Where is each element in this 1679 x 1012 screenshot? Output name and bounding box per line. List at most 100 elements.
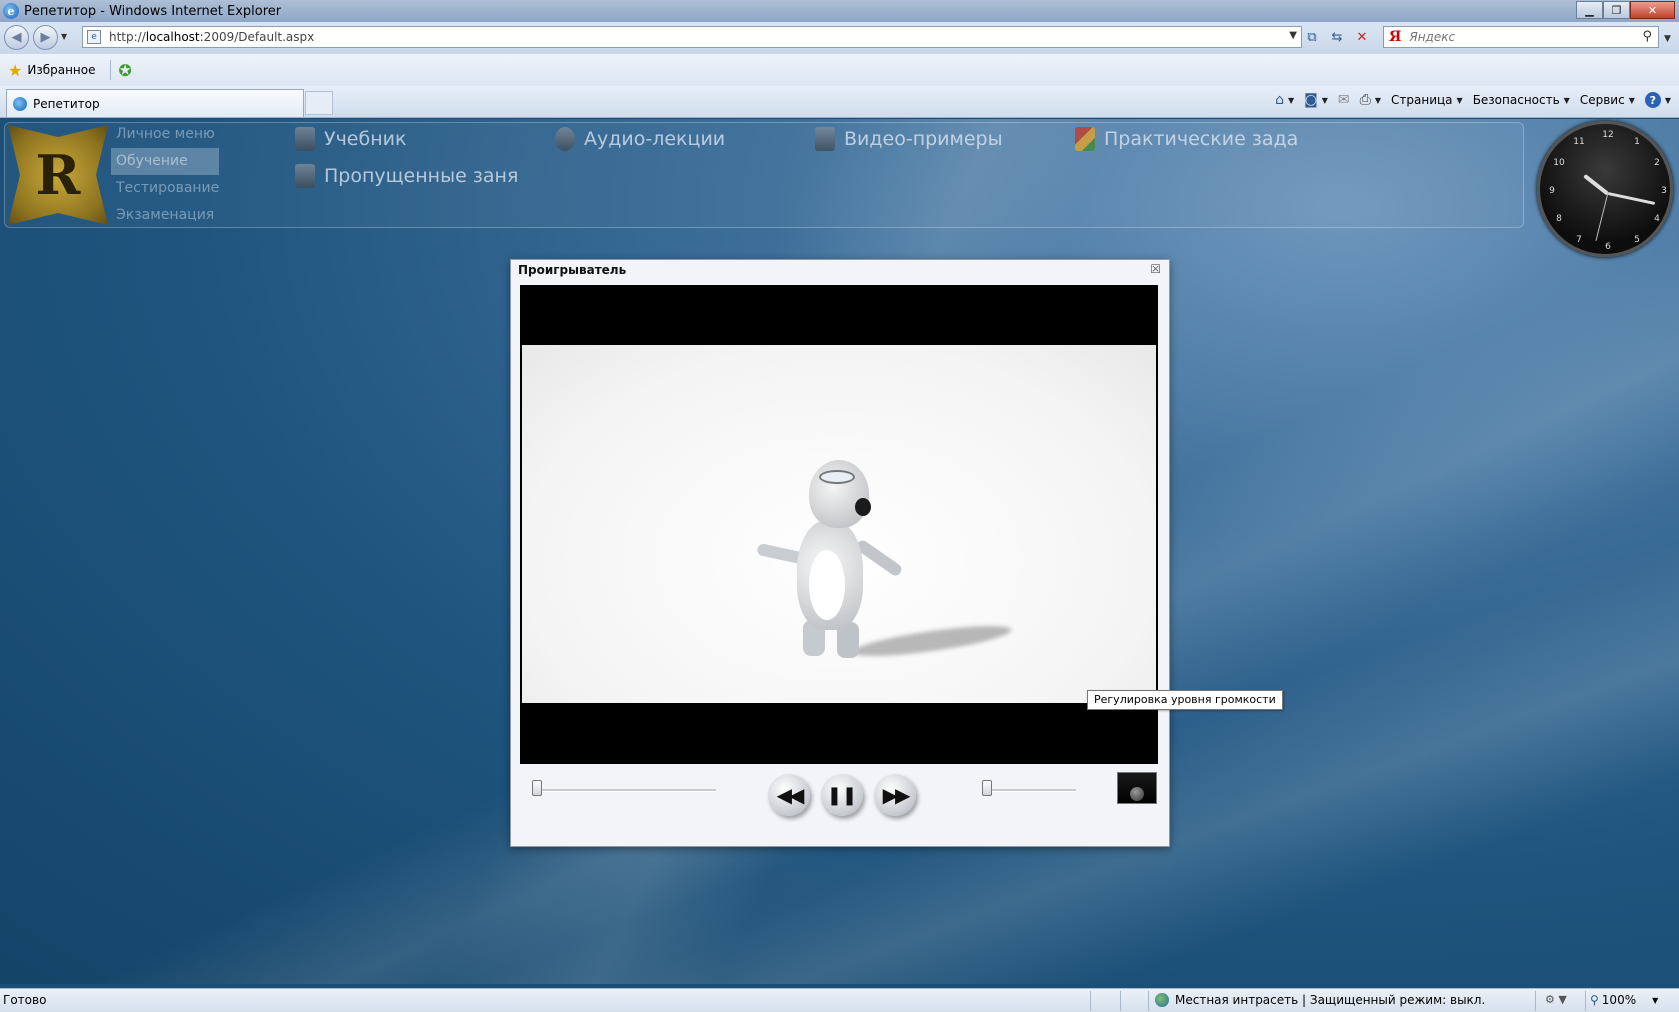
minimize-button[interactable]: ▁ [1576, 1, 1603, 19]
safety-menu[interactable]: Безопасность ▼ [1473, 93, 1570, 107]
search-input[interactable] [1409, 30, 1610, 44]
fast-forward-button[interactable]: ▶▶ [874, 774, 916, 816]
chevron-down-icon: ▼ [1288, 95, 1295, 105]
fast-forward-icon: ▶▶ [882, 783, 911, 807]
search-icon[interactable]: ⚲ [1642, 29, 1652, 44]
chevron-down-icon: ▼ [1321, 95, 1328, 105]
clock-number-1: 1 [1634, 137, 1640, 147]
rewind-button[interactable]: ◀◀ [768, 774, 810, 816]
player-title: Проигрыватель [518, 263, 627, 277]
maximize-button[interactable]: ❐ [1603, 1, 1630, 19]
player-controls: ◀◀ ❚❚ ▶▶ [520, 772, 1158, 832]
chevron-down-icon: ▼ [1374, 95, 1382, 105]
volume-slider-track[interactable] [986, 789, 1076, 792]
volume-control-button[interactable] [1117, 772, 1157, 804]
history-dropdown-icon[interactable]: ▼ [61, 32, 69, 42]
tab-repetitor[interactable]: Репетитор [6, 89, 304, 117]
home-icon: ⌂ [1275, 92, 1285, 108]
page-icon: e [87, 30, 101, 44]
volume-slider-thumb[interactable] [982, 780, 992, 796]
favorites-bar: ★ Избранное ✪ [0, 54, 1679, 86]
pause-button[interactable]: ❚❚ [821, 774, 863, 816]
pause-icon: ❚❚ [826, 784, 858, 806]
clock-second-hand [1595, 192, 1609, 242]
clock-hour-hand [1583, 173, 1610, 196]
clock-number-4: 4 [1654, 214, 1660, 224]
tools-menu[interactable]: Сервис ▼ [1580, 93, 1635, 107]
clock-number-11: 11 [1573, 137, 1585, 147]
rewind-icon: ◀◀ [776, 783, 805, 807]
stop-icon[interactable]: ✕ [1352, 27, 1372, 47]
address-url[interactable]: http://localhost:2009/Default.aspx [109, 30, 314, 44]
seek-slider-thumb[interactable] [532, 780, 542, 796]
clock-number-6: 6 [1605, 242, 1611, 252]
tab-bar: Репетитор ⌂ ▼ ◙ ▼ ✉ ⎙ ▼ Страница ▼ Безопасно… [0, 86, 1679, 118]
status-separator [1120, 991, 1121, 1011]
side-menu-item-exam[interactable]: Экзаменация [111, 202, 221, 229]
side-menu-item-learning[interactable]: Обучение [111, 148, 219, 175]
side-menu: Личное меню Обучение Тестирование Экзаме… [111, 121, 221, 229]
app-logo: R [8, 125, 108, 225]
status-separator [1585, 991, 1586, 1011]
search-options-dropdown-icon[interactable]: ▼ [1664, 34, 1671, 44]
security-zone[interactable]: Местная интрасеть | Защищенный режим: вы… [1155, 993, 1485, 1007]
status-separator [1148, 991, 1149, 1011]
refresh-icon[interactable]: ⇆ [1327, 27, 1347, 47]
video-area[interactable] [520, 285, 1158, 764]
add-favorite-icon[interactable]: ✪ [119, 61, 132, 80]
close-icon[interactable]: ☒ [1150, 262, 1161, 276]
clock-number-12: 12 [1602, 130, 1614, 140]
new-tab-button[interactable] [305, 91, 333, 115]
menu-item-video-examples[interactable]: Видео-примеры [815, 127, 1003, 151]
side-menu-item-personal[interactable]: Личное меню [111, 121, 221, 148]
protected-mode-icon[interactable]: ⚙ ▼ [1545, 993, 1567, 1006]
print-button[interactable]: ⎙ ▼ [1360, 92, 1381, 108]
zoom-control[interactable]: ⚲ 100% ▼ [1590, 993, 1658, 1007]
home-button[interactable]: ⌂ ▼ [1275, 92, 1294, 108]
favorites-button[interactable]: Избранное [27, 63, 95, 77]
menu-item-missed-lessons[interactable]: Пропущенные заня [295, 164, 518, 188]
window-titlebar: e Репетитор - Windows Internet Explorer … [0, 0, 1679, 22]
status-text: Готово [3, 993, 47, 1007]
chevron-down-icon: ▼ [1664, 95, 1671, 105]
seek-slider-track[interactable] [536, 789, 716, 792]
chevron-down-icon: ▼ [1652, 995, 1659, 1005]
back-button[interactable]: ◀ [4, 25, 29, 50]
side-menu-item-testing[interactable]: Тестирование [111, 175, 221, 202]
chevron-down-icon: ▼ [1628, 95, 1635, 105]
clock-number-2: 2 [1654, 158, 1660, 168]
help-button[interactable]: ? ▼ [1644, 92, 1671, 108]
compatibility-view-icon[interactable]: ⧉ [1302, 27, 1322, 47]
player-dialog: Проигрыватель ☒ ◀◀ ❚❚ ▶▶ [510, 259, 1170, 847]
favorites-star-icon[interactable]: ★ [8, 61, 22, 80]
video-frame [522, 345, 1156, 703]
status-separator [1535, 991, 1536, 1011]
book-icon [295, 127, 315, 151]
chevron-down-icon: ▼ [1563, 95, 1570, 105]
clock-number-9: 9 [1549, 186, 1555, 196]
menu-item-textbook[interactable]: Учебник [295, 127, 406, 151]
address-dropdown-icon[interactable]: ▼ [1289, 30, 1297, 41]
feeds-button[interactable]: ◙ ▼ [1304, 92, 1328, 108]
page-menu[interactable]: Страница ▼ [1391, 93, 1463, 107]
menu-item-audio-lectures[interactable]: Аудио-лекции [555, 127, 725, 151]
clock-number-5: 5 [1634, 235, 1640, 245]
clock-number-8: 8 [1556, 214, 1562, 224]
cartoon-bear-image [756, 460, 907, 660]
tab-ie-icon [13, 96, 27, 111]
close-window-button[interactable]: ✕ [1630, 1, 1675, 19]
clock-minute-hand [1607, 192, 1656, 205]
clock-number-7: 7 [1576, 235, 1582, 245]
back-arrow-icon: ◀ [11, 30, 22, 45]
video-camera-icon [815, 127, 835, 151]
address-bar[interactable]: e http://localhost:2009/Default.aspx ▼ [82, 26, 1302, 48]
mail-button[interactable]: ✉ [1338, 92, 1350, 108]
clock-gadget[interactable]: 12 1 2 3 4 5 6 7 8 9 10 11 [1537, 121, 1673, 257]
forward-button[interactable]: ▶ [33, 25, 58, 50]
search-box[interactable]: Я ⚲ [1383, 26, 1659, 48]
rss-icon: ◙ [1304, 92, 1318, 108]
camera-icon [295, 164, 315, 188]
clock-number-3: 3 [1661, 186, 1667, 196]
command-bar: ⌂ ▼ ◙ ▼ ✉ ⎙ ▼ Страница ▼ Безопасность ▼ Серви… [1265, 92, 1671, 108]
menu-item-practical-tasks[interactable]: Практические зада [1075, 127, 1298, 151]
